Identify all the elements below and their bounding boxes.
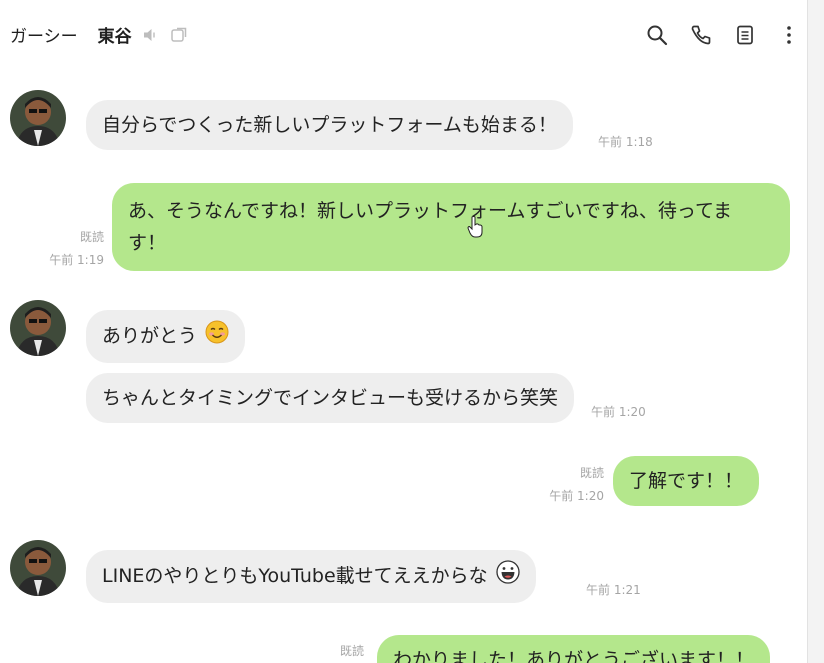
message-time: 午前 1:20	[549, 489, 604, 503]
smiling-face-emoji	[205, 320, 229, 353]
hand-cursor-icon	[467, 216, 483, 238]
chat-title[interactable]: ガーシー 東谷	[10, 22, 188, 47]
chat-window: 自分らでつくった新しいプラットフォームも始まる！ 午前 1:18 既読 午前 1…	[0, 0, 824, 663]
read-receipt: 既読	[579, 466, 604, 480]
message-text: わかりました！ありがとうございます！！	[393, 649, 755, 663]
scrollbar[interactable]	[807, 0, 824, 663]
more-vertical-icon[interactable]	[776, 22, 802, 48]
message-text: LINEのやりとりもYouTube載せてええからな	[102, 565, 488, 587]
chat-header: ガーシー 東谷	[0, 0, 808, 70]
outgoing-message-bubble[interactable]: 了解です！！	[613, 456, 760, 506]
message-text-line: あ、そうなんですね！新しいプラットフォームすごいですね、待ってま	[128, 200, 733, 222]
search-icon[interactable]	[644, 22, 670, 48]
mute-icon	[142, 26, 160, 44]
phone-icon[interactable]	[688, 22, 714, 48]
message-time: 午前 1:21	[586, 583, 641, 597]
note-icon[interactable]	[732, 22, 758, 48]
message-text: 自分らでつくった新しいプラットフォームも始まる！	[102, 114, 557, 136]
contact-name-secondary: 東谷	[97, 27, 132, 47]
incoming-message-bubble[interactable]: LINEのやりとりもYouTube載せてええからな	[86, 550, 536, 603]
message-time: 午前 1:20	[591, 405, 646, 419]
message-text: ちゃんとタイミングでインタビューも受けるから笑笑	[102, 387, 559, 409]
incoming-message-bubble[interactable]: ありがとう	[86, 310, 246, 363]
avatar[interactable]	[10, 300, 66, 356]
read-receipt: 既読	[79, 230, 104, 244]
external-window-icon[interactable]	[170, 26, 188, 44]
message-text: ありがとう	[102, 325, 198, 347]
read-receipt: 既読	[339, 644, 364, 658]
incoming-message-bubble[interactable]: 自分らでつくった新しいプラットフォームも始まる！	[86, 100, 573, 150]
incoming-message-bubble[interactable]: ちゃんとタイミングでインタビューも受けるから笑笑	[86, 373, 575, 423]
avatar[interactable]	[10, 90, 66, 146]
outgoing-message-bubble[interactable]: わかりました！ありがとうございます！！	[377, 635, 771, 663]
avatar[interactable]	[10, 540, 66, 596]
grinning-face-emoji	[496, 560, 520, 593]
message-list[interactable]: 自分らでつくった新しいプラットフォームも始まる！ 午前 1:18 既読 午前 1…	[0, 0, 808, 663]
message-time: 午前 1:18	[598, 135, 653, 149]
message-text: 了解です！！	[629, 470, 744, 492]
outgoing-message-bubble[interactable]: あ、そうなんですね！新しいプラットフォームすごいですね、待ってま す！	[112, 183, 790, 271]
message-text-line: す！	[128, 232, 167, 254]
message-time: 午前 1:19	[49, 253, 104, 267]
contact-name: ガーシー	[10, 27, 78, 47]
header-actions	[644, 22, 802, 48]
